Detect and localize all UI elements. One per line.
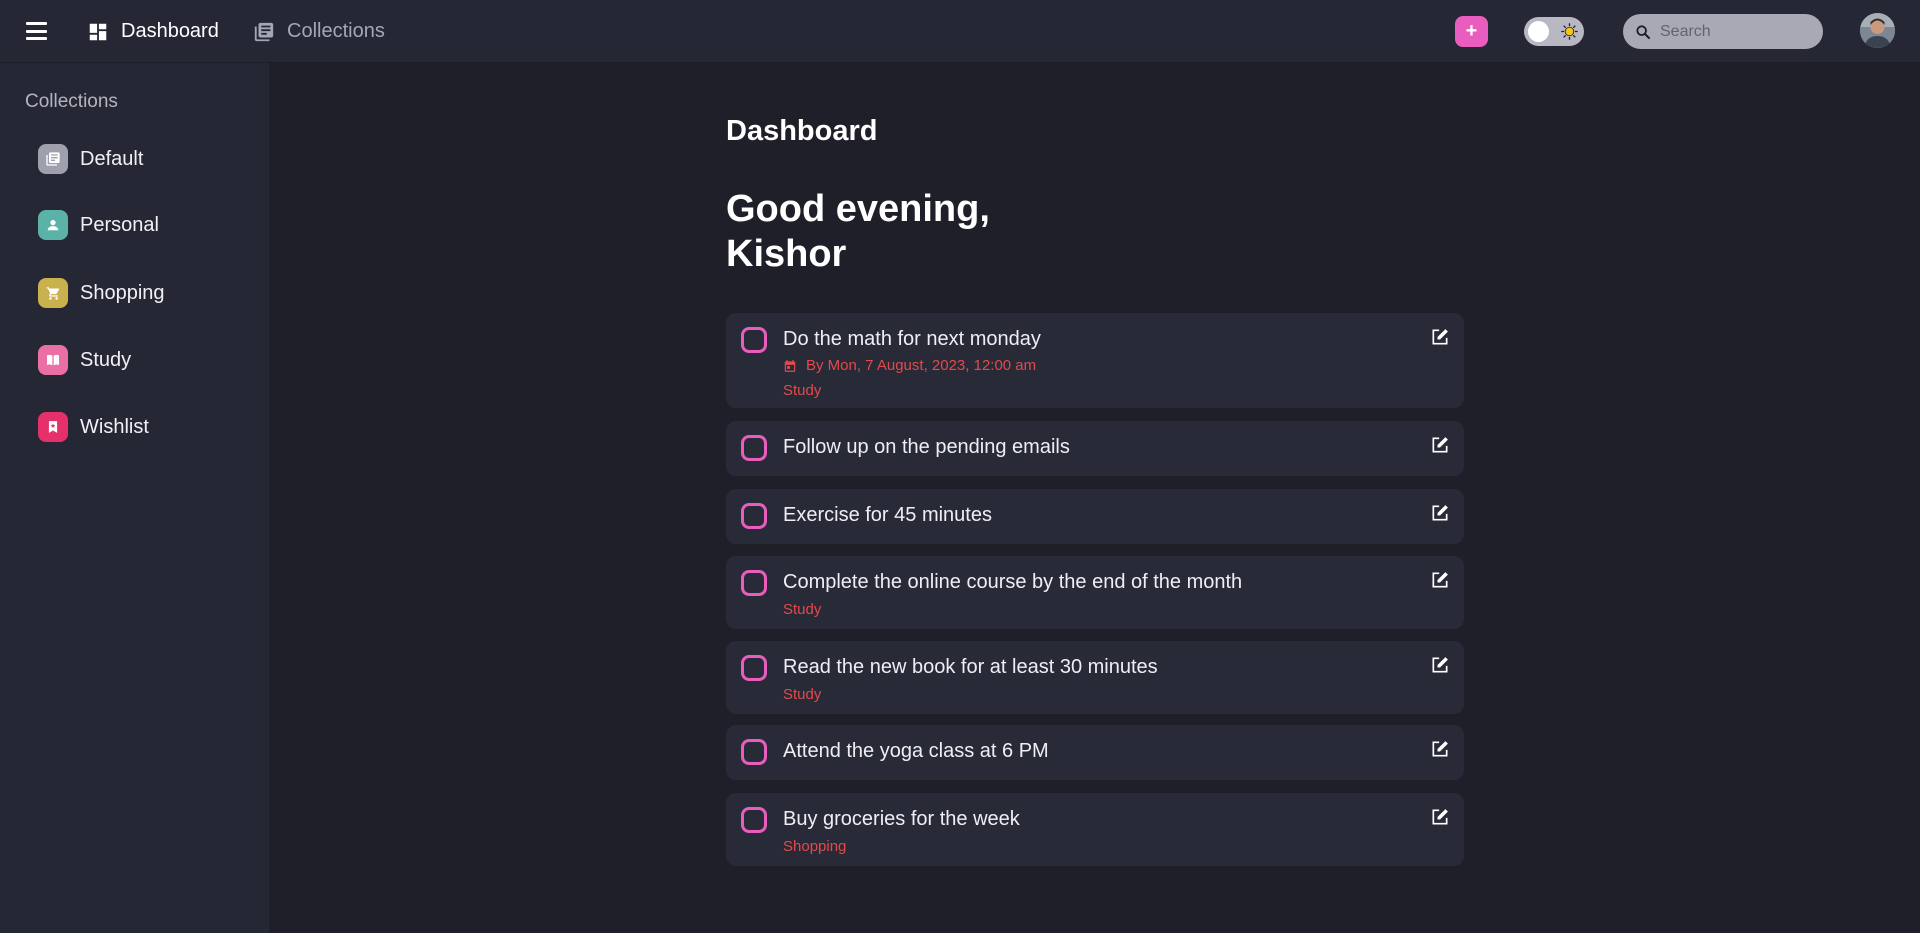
sidebar-item-default[interactable]: Default — [38, 143, 248, 175]
sidebar-item-label: Study — [80, 348, 132, 371]
book-icon — [38, 345, 68, 375]
task-due-text: By Mon, 7 August, 2023, 12:00 am — [806, 357, 1037, 374]
edit-icon[interactable] — [1430, 327, 1450, 347]
toggle-knob — [1528, 21, 1549, 42]
edit-icon[interactable] — [1430, 739, 1450, 759]
search-input[interactable] — [1660, 22, 1810, 41]
theme-toggle[interactable] — [1524, 17, 1584, 46]
sidebar-item-shopping[interactable]: Shopping — [38, 277, 248, 309]
task-card[interactable]: Complete the online course by the end of… — [726, 556, 1464, 629]
dashboard-icon — [87, 21, 109, 43]
edit-icon[interactable] — [1430, 435, 1450, 455]
task-text: Buy groceries for the week — [783, 808, 1020, 830]
task-text: Attend the yoga class at 6 PM — [783, 740, 1049, 762]
sidebar: Collections Default Personal Shopping St… — [0, 63, 269, 933]
task-checkbox[interactable] — [741, 570, 767, 596]
cart-icon — [38, 278, 68, 308]
task-checkbox[interactable] — [741, 655, 767, 681]
page-title: Dashboard — [726, 115, 878, 147]
task-card[interactable]: Exercise for 45 minutes — [726, 489, 1464, 544]
search-icon — [1636, 24, 1650, 39]
nav-dashboard[interactable]: Dashboard — [87, 0, 219, 63]
edit-icon[interactable] — [1430, 655, 1450, 675]
search-box[interactable] — [1623, 14, 1823, 49]
edit-icon[interactable] — [1430, 570, 1450, 590]
task-checkbox[interactable] — [741, 435, 767, 461]
menu-icon[interactable] — [26, 22, 47, 40]
calendar-icon — [784, 359, 796, 372]
task-card[interactable]: Do the math for next monday By Mon, 7 Au… — [726, 313, 1464, 408]
collections-icon — [253, 21, 275, 43]
task-category[interactable]: Study — [783, 686, 821, 703]
sidebar-title: Collections — [25, 91, 118, 112]
sun-icon — [1561, 23, 1578, 40]
user-name: Kishor — [726, 233, 847, 275]
nav-collections[interactable]: Collections — [253, 0, 385, 63]
task-text: Follow up on the pending emails — [783, 436, 1070, 458]
task-checkbox[interactable] — [741, 739, 767, 765]
collection-icon — [38, 144, 68, 174]
task-text: Complete the online course by the end of… — [783, 571, 1243, 593]
task-card[interactable]: Read the new book for at least 30 minute… — [726, 641, 1464, 714]
edit-icon[interactable] — [1430, 807, 1450, 827]
sidebar-item-label: Personal — [80, 213, 159, 236]
task-text: Read the new book for at least 30 minute… — [783, 656, 1158, 678]
nav-collections-label: Collections — [287, 20, 385, 42]
sidebar-item-label: Shopping — [80, 281, 165, 304]
greeting-line: Good evening, — [726, 188, 990, 230]
edit-icon[interactable] — [1430, 503, 1450, 523]
task-card[interactable]: Buy groceries for the week Shopping — [726, 793, 1464, 866]
person-icon — [38, 210, 68, 240]
task-card[interactable]: Follow up on the pending emails — [726, 421, 1464, 476]
task-due-date: By Mon, 7 August, 2023, 12:00 am — [783, 357, 1036, 374]
add-task-button[interactable]: + — [1455, 16, 1488, 47]
task-checkbox[interactable] — [741, 807, 767, 833]
bookmark-icon — [38, 412, 68, 442]
task-card[interactable]: Attend the yoga class at 6 PM — [726, 725, 1464, 780]
sidebar-item-wishlist[interactable]: Wishlist — [38, 411, 248, 443]
nav-dashboard-label: Dashboard — [121, 20, 219, 42]
task-checkbox[interactable] — [741, 503, 767, 529]
sidebar-item-label: Wishlist — [80, 415, 149, 438]
task-category[interactable]: Study — [783, 382, 821, 399]
sidebar-item-personal[interactable]: Personal — [38, 209, 248, 241]
greeting: Good evening, Kishor — [726, 187, 990, 277]
task-category[interactable]: Study — [783, 601, 821, 618]
sidebar-item-study[interactable]: Study — [38, 344, 248, 376]
task-text: Exercise for 45 minutes — [783, 504, 992, 526]
avatar[interactable] — [1860, 13, 1895, 48]
task-checkbox[interactable] — [741, 327, 767, 353]
sidebar-item-label: Default — [80, 147, 144, 170]
task-category[interactable]: Shopping — [783, 838, 846, 855]
task-text: Do the math for next monday — [783, 328, 1041, 350]
top-bar: Dashboard Collections + — [0, 0, 1920, 63]
